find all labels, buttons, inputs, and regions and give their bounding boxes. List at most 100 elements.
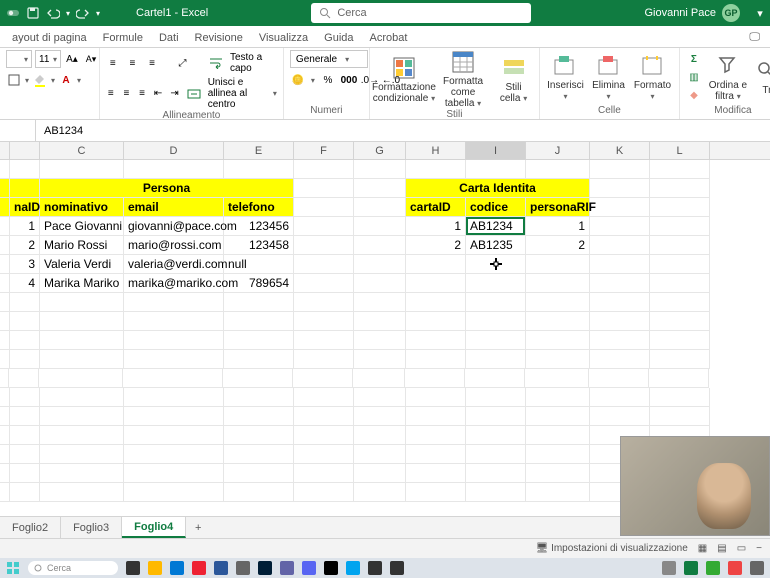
formula-input[interactable]: AB1234 [36, 125, 83, 137]
carta-title[interactable]: Carta Identita [406, 179, 590, 198]
tab-dati[interactable]: Dati [151, 32, 187, 47]
taskbar-app-icon[interactable] [346, 561, 360, 575]
format-cells-button[interactable]: Formato ▾ [632, 54, 673, 102]
col-header[interactable]: L [650, 142, 710, 159]
carta-header-id[interactable]: cartaID [406, 198, 466, 217]
taskbar-app-icon[interactable] [390, 561, 404, 575]
align-center-icon[interactable]: ≡ [122, 86, 132, 102]
tray-icon[interactable] [728, 561, 742, 575]
currency-icon[interactable]: 🪙 [290, 72, 306, 88]
view-break-icon[interactable]: ▭ [737, 543, 746, 554]
qat-custom-chevron-icon[interactable]: ▾ [96, 9, 100, 18]
col-header[interactable]: C [40, 142, 124, 159]
tray-icon[interactable] [706, 561, 720, 575]
tab-visualizza[interactable]: Visualizza [251, 32, 316, 47]
taskbar-app-icon[interactable] [214, 561, 228, 575]
tab-revisione[interactable]: Revisione [187, 32, 251, 47]
align-middle-icon[interactable]: ≡ [126, 55, 140, 71]
taskbar-app-icon[interactable] [368, 561, 382, 575]
tray-icon[interactable] [750, 561, 764, 575]
tab-acrobat[interactable]: Acrobat [362, 32, 416, 47]
taskbar-app-icon[interactable] [126, 561, 140, 575]
persona-title[interactable]: Persona [40, 179, 294, 198]
view-normal-icon[interactable]: ▦ [698, 543, 707, 554]
taskbar-search[interactable]: Cerca [28, 561, 118, 575]
selected-cell[interactable]: AB1234 [466, 217, 526, 236]
taskbar-app-icon[interactable] [192, 561, 206, 575]
wrap-text-button[interactable]: Testo a capo [230, 52, 277, 74]
taskbar-app-icon[interactable] [280, 561, 294, 575]
tab-formule[interactable]: Formule [95, 32, 151, 47]
view-page-icon[interactable]: ▤ [717, 543, 726, 554]
sheet-tab[interactable]: Foglio2 [0, 517, 61, 538]
increase-font-icon[interactable]: A▴ [64, 51, 80, 67]
sheet-tab[interactable]: Foglio3 [61, 517, 122, 538]
decrease-font-icon[interactable]: A▾ [83, 51, 99, 67]
tell-me-search[interactable]: Cerca [311, 3, 531, 23]
redo-icon[interactable] [76, 6, 90, 20]
taskbar-app-icon[interactable] [324, 561, 338, 575]
persona-header-id[interactable]: naID [10, 198, 40, 217]
tab-guida[interactable]: Guida [316, 32, 361, 47]
align-right-icon[interactable]: ≡ [137, 86, 147, 102]
clear-icon[interactable]: ◆ [686, 88, 702, 104]
col-header[interactable]: J [526, 142, 590, 159]
decrease-indent-icon[interactable]: ⇤ [153, 86, 163, 102]
format-as-table-button[interactable]: Formatta come tabella ▾ [436, 50, 490, 109]
font-size-select[interactable]: 11▾ [35, 50, 61, 68]
find-select-button[interactable]: Tr [754, 59, 770, 96]
taskbar-app-icon[interactable] [236, 561, 250, 575]
col-header[interactable]: D [124, 142, 224, 159]
autosum-icon[interactable]: Σ [686, 52, 702, 68]
cell-styles-button[interactable]: Stili cella ▾ [494, 56, 533, 104]
fill-color-icon[interactable] [32, 72, 48, 88]
carta-header-rif[interactable]: personaRIF [526, 198, 590, 217]
taskbar-app-icon[interactable] [148, 561, 162, 575]
start-button[interactable] [6, 561, 20, 575]
col-header[interactable]: G [354, 142, 406, 159]
undo-chevron-icon[interactable]: ▾ [66, 9, 70, 18]
font-color-icon[interactable]: A [58, 72, 74, 88]
col-header[interactable]: F [294, 142, 354, 159]
col-header[interactable]: E [224, 142, 294, 159]
sort-filter-button[interactable]: Ordina e filtra ▾ [706, 54, 750, 102]
align-top-icon[interactable]: ≡ [106, 55, 120, 71]
zoom-out-icon[interactable]: − [756, 543, 762, 554]
persona-header-email[interactable]: email [124, 198, 224, 217]
align-left-icon[interactable]: ≡ [106, 86, 116, 102]
carta-header-codice[interactable]: codice [466, 198, 526, 217]
comma-icon[interactable]: 000 [341, 72, 357, 88]
merge-icon[interactable] [186, 86, 202, 102]
font-name-select[interactable]: ▾ [6, 50, 32, 68]
col-header[interactable]: I [466, 142, 526, 159]
ribbon-display-options[interactable]: ▾ [750, 7, 770, 20]
percent-icon[interactable]: % [320, 72, 336, 88]
border-icon[interactable] [6, 72, 22, 88]
sheet-tab-active[interactable]: Foglio4 [122, 517, 186, 538]
orientation-icon[interactable]: ⤢ [176, 55, 190, 71]
number-format-select[interactable]: Generale▾ [290, 50, 368, 68]
merge-center-button[interactable]: Unisci e allinea al centro [208, 77, 267, 110]
conditional-formatting-button[interactable]: Formattazione condizionale ▾ [376, 56, 432, 104]
col-header[interactable]: H [406, 142, 466, 159]
taskbar-app-icon[interactable] [302, 561, 316, 575]
align-bottom-icon[interactable]: ≡ [145, 55, 159, 71]
taskbar-app-icon[interactable] [258, 561, 272, 575]
insert-cells-button[interactable]: Inserisci ▾ [546, 54, 585, 102]
increase-indent-icon[interactable]: ⇥ [169, 86, 179, 102]
add-sheet-button[interactable]: + [186, 522, 210, 534]
col-header[interactable]: K [590, 142, 650, 159]
persona-header-tel[interactable]: telefono [224, 198, 294, 217]
save-icon[interactable] [26, 6, 40, 20]
taskbar-app-icon[interactable] [170, 561, 184, 575]
tray-icon[interactable] [662, 561, 676, 575]
fill-icon[interactable]: ▥ [686, 70, 702, 86]
delete-cells-button[interactable]: Elimina ▾ [589, 54, 628, 102]
tray-icon[interactable] [684, 561, 698, 575]
display-settings-button[interactable]: 🖥 Impostazioni di visualizzazione [536, 543, 688, 554]
wrap-text-icon[interactable] [208, 55, 224, 71]
share-icon[interactable]: 🖵 [741, 31, 770, 47]
undo-icon[interactable] [46, 6, 60, 20]
persona-header-nom[interactable]: nominativo [40, 198, 124, 217]
avatar[interactable]: GP [722, 4, 740, 22]
